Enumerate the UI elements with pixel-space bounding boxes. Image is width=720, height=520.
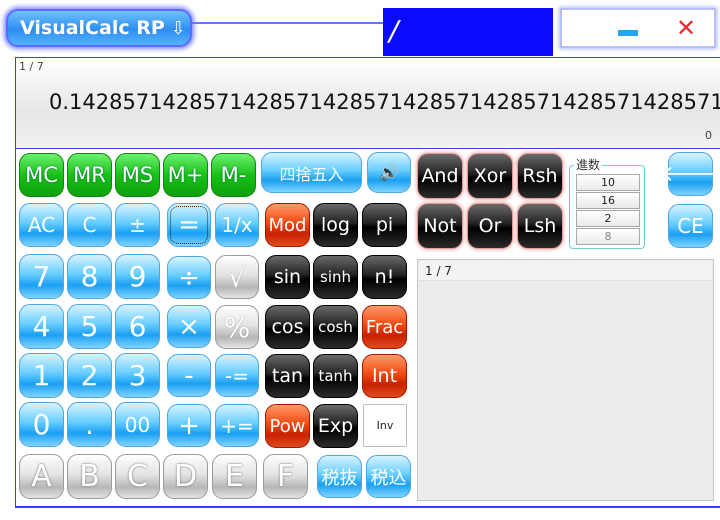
radix-option-2[interactable]: 2 [576,210,640,227]
sin-button[interactable]: sin [265,255,310,299]
round-button[interactable]: 四捨五入 [261,152,362,193]
app-title-button[interactable]: VisualCalc RP ⇩ [6,9,192,47]
digit-1-button[interactable]: 1 [19,353,64,398]
history-item[interactable]: 1 / 7 [419,261,712,281]
digit-8-button[interactable]: 8 [67,254,112,299]
mr-button[interactable]: MR [67,153,112,197]
factorial-button[interactable]: n! [362,255,407,299]
mc-button[interactable]: MC [19,153,64,197]
pi-button[interactable]: pi [362,203,407,247]
all-clear-button[interactable]: AC [19,203,64,247]
hex-d-button[interactable]: D [163,454,208,499]
m-plus-button[interactable]: M+ [163,153,208,197]
mod-button[interactable]: Mod [265,203,310,247]
result-text: 0.14285714285714285714285714285714285714… [49,90,720,114]
digit-6-button[interactable]: 6 [115,304,160,349]
exp-button[interactable]: Exp [313,404,358,448]
backspace-icon[interactable]: 🡐 [661,152,720,196]
close-icon[interactable]: ✕ [676,13,696,43]
frac-button[interactable]: Frac [362,305,407,349]
digit-7-button[interactable]: 7 [19,254,64,299]
rsh-button[interactable]: Rsh [517,153,563,199]
clear-entry-button[interactable]: CE [668,204,713,248]
plus-equals-button[interactable]: += [215,404,259,447]
history-list[interactable]: 1 / 7 [417,259,714,501]
xor-button[interactable]: Xor [467,153,513,199]
lsh-button[interactable]: Lsh [517,203,563,249]
sinh-button[interactable]: sinh [313,255,358,299]
pow-button[interactable]: Pow [265,404,310,448]
radix-option-16[interactable]: 16 [576,192,640,209]
operator-display: / [383,8,553,56]
hex-e-button[interactable]: E [212,454,257,499]
cos-button[interactable]: cos [265,305,310,349]
clear-button[interactable]: C [67,203,112,247]
int-button[interactable]: Int [362,354,407,398]
tax-excluded-button[interactable]: 税抜 [317,455,362,498]
expression-text: 1 / 7 [19,60,44,73]
or-button[interactable]: Or [467,203,513,249]
digit-5-button[interactable]: 5 [67,304,112,349]
app-title: VisualCalc RP [20,17,165,39]
double-zero-button[interactable]: 00 [115,402,160,447]
hex-b-button[interactable]: B [67,454,112,499]
digit-2-button[interactable]: 2 [67,353,112,398]
digit-0-button[interactable]: 0 [19,402,64,447]
m-minus-button[interactable]: M- [211,153,256,197]
radix-label: 進数 [574,156,603,173]
digit-9-button[interactable]: 9 [115,254,160,299]
inv-toggle[interactable]: Inv [363,404,407,447]
memory-value: 0 [705,129,712,142]
percent-button[interactable]: % [215,305,259,349]
not-button[interactable]: Not [417,203,463,249]
sqrt-button[interactable]: √ [215,255,259,299]
cosh-button[interactable]: cosh [313,305,358,349]
equals-button[interactable]: = [167,203,211,247]
minus-button[interactable]: - [167,354,211,397]
tan-button[interactable]: tan [265,354,310,398]
calculator-display: 1 / 7 0.14285714285714285714285714285714… [15,57,720,149]
hex-f-button[interactable]: F [263,454,308,499]
minimize-icon[interactable] [618,30,638,36]
radix-option-8[interactable]: 8 [576,228,640,245]
log-button[interactable]: log [313,203,358,247]
divide-button[interactable]: ÷ [167,256,211,299]
hex-c-button[interactable]: C [115,454,160,499]
radix-option-10[interactable]: 10 [576,174,640,191]
and-button[interactable]: And [417,153,463,199]
speaker-icon[interactable]: 🔊 [367,152,411,193]
tax-included-button[interactable]: 税込 [366,455,411,498]
window-controls: ✕ [560,8,716,48]
hex-a-button[interactable]: A [19,454,64,499]
multiply-button[interactable]: × [167,305,211,348]
reciprocal-button[interactable]: 1/x [215,203,259,247]
down-arrow-icon: ⇩ [170,17,186,39]
sign-toggle-button[interactable]: ± [115,203,160,247]
minus-equals-button[interactable]: -= [215,354,259,397]
tanh-button[interactable]: tanh [313,354,358,398]
title-divider [192,22,384,24]
plus-button[interactable]: + [167,404,211,447]
digit-4-button[interactable]: 4 [19,304,64,349]
digit-3-button[interactable]: 3 [115,353,160,398]
ms-button[interactable]: MS [115,153,160,197]
decimal-point-button[interactable]: . [67,402,112,447]
